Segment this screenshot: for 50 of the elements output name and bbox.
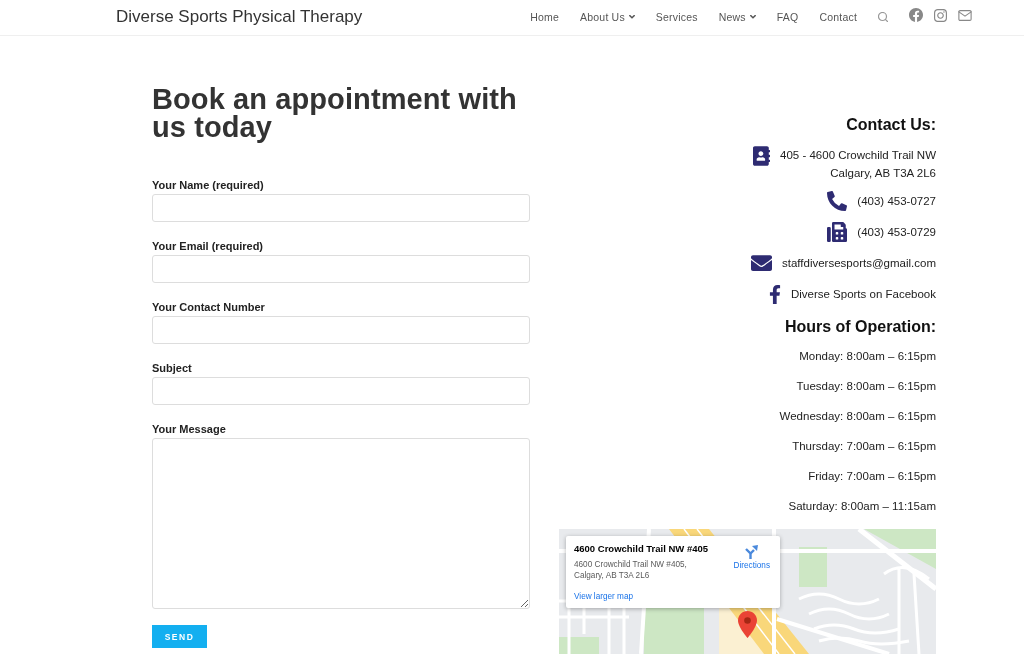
address-book-icon	[753, 146, 771, 166]
input-field[interactable]	[152, 255, 530, 283]
caret-icon	[749, 15, 756, 19]
nav-link[interactable]: News	[718, 11, 756, 23]
fax-icon	[827, 222, 848, 242]
directions-link[interactable]: Directions	[733, 545, 770, 571]
hours-text: Friday: 7:00am – 6:15pm	[808, 469, 936, 484]
field-label: Your Name (required)	[152, 178, 265, 192]
input-field[interactable]	[152, 316, 530, 344]
input-field[interactable]	[152, 194, 530, 222]
message-field[interactable]	[152, 438, 530, 609]
mail-icon[interactable]	[958, 9, 972, 21]
facebook-icon[interactable]	[909, 8, 923, 22]
search-icon[interactable]	[878, 12, 888, 22]
hours-text: Monday: 8:00am – 6:15pm	[799, 349, 936, 364]
field-label: Your Message	[152, 422, 227, 436]
larger-map-link[interactable]: View larger map	[574, 591, 633, 602]
email-link[interactable]: staffdiversesports@gmail.com	[782, 254, 936, 272]
field-label: Subject	[152, 361, 193, 375]
place-address: Calgary, AB T3A 2L6	[574, 570, 651, 581]
nav-link[interactable]: Home	[530, 11, 560, 23]
contact-heading: Contact Us:	[846, 115, 936, 135]
envelope-icon	[751, 255, 772, 271]
hours-text: Tuesday: 8:00am – 6:15pm	[796, 379, 936, 394]
field-label: Your Contact Number	[152, 300, 266, 314]
nav-link[interactable]: FAQ	[776, 11, 799, 23]
site-logo[interactable]: Diverse Sports Physical Therapy	[116, 7, 363, 27]
place-address: 4600 Crowchild Trail NW #405,	[574, 559, 687, 570]
input-field[interactable]	[152, 377, 530, 405]
phone-text: (403) 453-0727	[857, 194, 936, 209]
nav-link[interactable]: Contact	[819, 11, 857, 23]
hours-text: Saturday: 8:00am – 11:15am	[788, 499, 936, 514]
instagram-icon[interactable]	[934, 8, 947, 22]
facebook-link[interactable]: Diverse Sports on Facebook	[790, 285, 936, 303]
hours-text: Wednesday: 8:00am – 6:15pm	[779, 409, 936, 424]
hours-heading: Hours of Operation:	[784, 317, 936, 337]
fax-text: (403) 453-0729	[857, 225, 936, 240]
page-heading: Book an appointment with us today	[152, 85, 518, 141]
directions-icon	[745, 545, 759, 559]
caret-icon	[628, 15, 635, 19]
address-text: 405 - 4600 Crowchild Trail NW	[780, 148, 936, 163]
field-label: Your Email (required)	[152, 239, 265, 253]
phone-icon	[827, 191, 848, 211]
nav-link[interactable]: About Us	[580, 11, 635, 23]
facebook-icon	[768, 284, 781, 304]
hours-text: Thursday: 7:00am – 6:15pm	[792, 439, 936, 454]
place-title: 4600 Crowchild Trail NW #405	[574, 543, 709, 555]
address-text: Calgary, AB T3A 2L6	[830, 166, 936, 181]
map-pin-icon	[738, 611, 757, 638]
nav-link[interactable]: Services	[655, 11, 698, 23]
